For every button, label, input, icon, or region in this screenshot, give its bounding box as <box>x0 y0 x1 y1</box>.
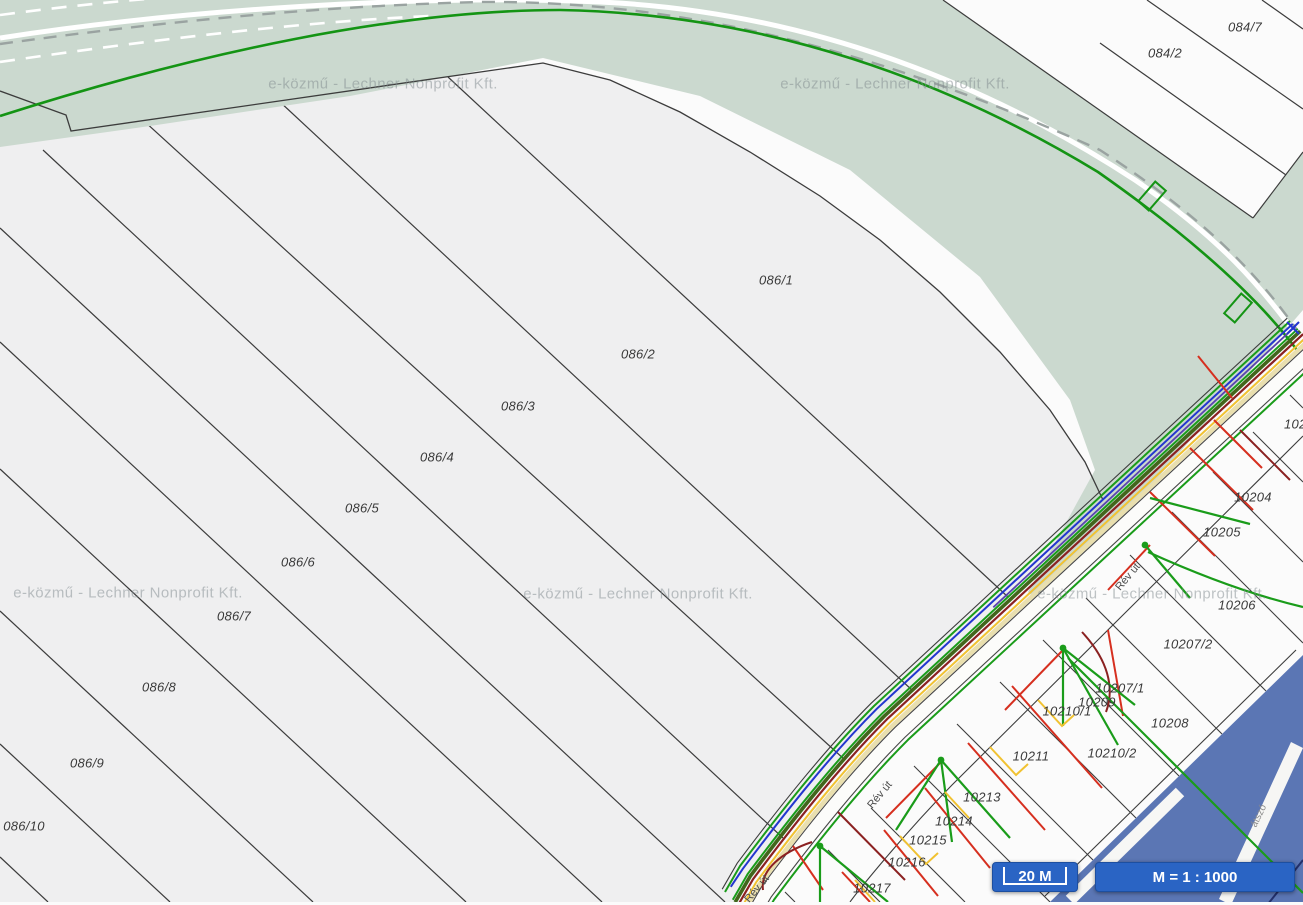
scale-ratio-button[interactable]: M = 1 : 1000 <box>1095 862 1295 892</box>
map-viewport[interactable]: 084/7084/2086/1086/2086/3086/4086/5086/6… <box>0 0 1303 902</box>
scale-bar-label: 20 M <box>1018 868 1051 885</box>
scale-ratio-label: M = 1 : 1000 <box>1153 869 1238 886</box>
scale-bar-button[interactable]: 20 M <box>992 862 1078 892</box>
map-surface[interactable] <box>0 0 1303 902</box>
